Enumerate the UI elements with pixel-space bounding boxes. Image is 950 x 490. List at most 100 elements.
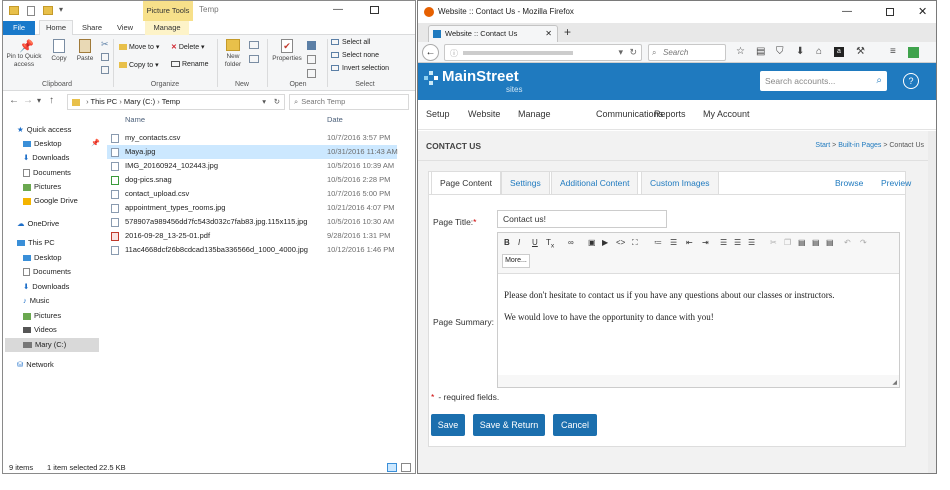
hamburger-menu-icon[interactable]: ≡ bbox=[890, 46, 896, 58]
image-icon[interactable]: ▣ bbox=[588, 237, 596, 249]
cut-icon[interactable]: ✂ bbox=[770, 237, 777, 249]
save-button[interactable]: Save bbox=[431, 414, 465, 436]
preview-link[interactable]: Preview bbox=[881, 178, 911, 188]
history-icon[interactable] bbox=[307, 69, 316, 78]
file-row[interactable]: 578907a989456dd7fc543d032c7fab83.jpg.115… bbox=[107, 215, 397, 229]
align-left-icon[interactable]: ☰ bbox=[720, 237, 727, 249]
numbered-list-icon[interactable]: ≔ bbox=[654, 237, 662, 249]
recent-locations-icon[interactable]: ▾ bbox=[37, 96, 41, 105]
minimize-button[interactable]: — bbox=[842, 1, 852, 23]
paste-button[interactable]: Paste bbox=[73, 39, 97, 63]
maximize-button[interactable] bbox=[370, 6, 379, 14]
up-icon[interactable]: ↑ bbox=[49, 95, 54, 106]
menu-my-account[interactable]: My Account bbox=[703, 109, 750, 119]
file-row[interactable]: dog-pics.snag 10/5/2016 2:28 PM bbox=[107, 173, 397, 187]
copy-to-button[interactable]: Copy to ▾ bbox=[119, 61, 159, 69]
url-bar[interactable]: ⓘ ▾ ↻ bbox=[444, 44, 642, 61]
copy-button[interactable]: Copy bbox=[47, 39, 71, 63]
paste-icon[interactable]: ▤ bbox=[798, 237, 806, 249]
quick-access-dropdown-icon[interactable]: ▾ bbox=[59, 5, 63, 14]
delete-button[interactable]: ✕ Delete ▾ bbox=[171, 43, 205, 51]
edit-icon[interactable] bbox=[307, 55, 316, 64]
fullscreen-icon[interactable]: ⛶ bbox=[632, 237, 638, 249]
explorer-search-input[interactable]: ⌕ Search Temp bbox=[289, 94, 409, 110]
nav-this-pc[interactable]: This PC bbox=[17, 236, 55, 250]
rename-button[interactable]: Rename bbox=[171, 61, 208, 68]
browse-link[interactable]: Browse bbox=[835, 178, 863, 188]
redo-icon[interactable]: ↷ bbox=[860, 237, 867, 249]
minimize-button[interactable]: — bbox=[333, 4, 343, 15]
close-button[interactable]: ✕ bbox=[918, 1, 927, 23]
details-view-icon[interactable] bbox=[387, 463, 397, 472]
breadcrumb-built-in-pages[interactable]: Built-in Pages bbox=[838, 142, 881, 149]
nav-pc-desktop[interactable]: Desktop bbox=[23, 251, 62, 265]
nav-downloads[interactable]: ⬇ Downloads bbox=[23, 151, 69, 165]
align-right-icon[interactable]: ☰ bbox=[748, 237, 755, 249]
file-row[interactable]: my_contacts.csv 10/7/2016 3:57 PM bbox=[107, 131, 397, 145]
new-folder-quick-icon[interactable] bbox=[43, 6, 53, 15]
resize-handle-icon[interactable]: ◢ bbox=[892, 379, 897, 386]
paste-word-icon[interactable]: ▤ bbox=[826, 237, 834, 249]
file-row[interactable]: 11ac4668dcf26b8cdcad135ba336566d_1000_40… bbox=[107, 243, 397, 257]
file-row[interactable]: contact_upload.csv 10/7/2016 5:00 PM bbox=[107, 187, 397, 201]
large-icons-view-icon[interactable] bbox=[401, 463, 411, 472]
account-search-input[interactable]: Search accounts... ⌕ bbox=[760, 71, 887, 91]
copy-path-icon[interactable] bbox=[101, 53, 109, 61]
site-logo-text[interactable]: MainStreet bbox=[442, 68, 519, 85]
tab-file[interactable]: File bbox=[3, 21, 35, 35]
extension-icon[interactable] bbox=[908, 47, 919, 58]
video-icon[interactable]: ▶ bbox=[602, 237, 608, 249]
italic-icon[interactable]: I bbox=[518, 237, 520, 249]
column-header-date[interactable]: Date bbox=[327, 113, 343, 127]
nav-network[interactable]: ⛁ Network bbox=[17, 358, 54, 372]
nav-drive-c[interactable]: Mary (C:) bbox=[5, 338, 99, 352]
amazon-extension-icon[interactable]: a bbox=[834, 47, 844, 57]
editor-body[interactable]: Please don't hesitate to contact us if y… bbox=[498, 274, 899, 375]
tab-view[interactable]: View bbox=[111, 21, 139, 35]
outdent-icon[interactable]: ⇤ bbox=[686, 237, 693, 249]
site-info-icon[interactable]: ⓘ bbox=[450, 48, 458, 59]
nav-quick-access[interactable]: ★ Quick access bbox=[17, 123, 71, 137]
page-scrollbar[interactable] bbox=[928, 131, 936, 473]
bulleted-list-icon[interactable]: ☰ bbox=[670, 237, 677, 249]
properties-button[interactable]: ✔ Properties bbox=[269, 39, 305, 63]
chevron-down-icon[interactable]: ▾ bbox=[262, 95, 266, 109]
browser-search-input[interactable]: ⌕ Search bbox=[648, 44, 726, 61]
tab-additional-content[interactable]: Additional Content bbox=[551, 171, 639, 195]
new-tab-icon[interactable]: + bbox=[564, 25, 571, 39]
breadcrumb-temp[interactable]: Temp bbox=[162, 97, 180, 106]
file-row[interactable]: appointment_types_rooms.jpg 10/21/2016 4:… bbox=[107, 201, 397, 215]
close-tab-icon[interactable]: ✕ bbox=[545, 26, 552, 42]
nav-music[interactable]: ♪ Music bbox=[23, 294, 49, 308]
menu-reports[interactable]: Reports bbox=[654, 109, 686, 119]
nav-pictures[interactable]: Pictures bbox=[23, 180, 61, 194]
breadcrumb-this-pc[interactable]: This PC bbox=[91, 97, 118, 106]
column-header-name[interactable]: Name bbox=[125, 113, 145, 127]
select-none-button[interactable]: Select none bbox=[331, 52, 379, 59]
downloads-icon[interactable]: ⬇ bbox=[796, 46, 804, 58]
nav-google-drive[interactable]: Google Drive bbox=[23, 194, 78, 208]
invert-selection-button[interactable]: Invert selection bbox=[331, 65, 389, 72]
nav-pc-downloads[interactable]: ⬇ Downloads bbox=[23, 280, 69, 294]
tools-icon[interactable]: ⚒ bbox=[856, 46, 865, 58]
maximize-button[interactable] bbox=[886, 8, 894, 16]
menu-setup[interactable]: Setup bbox=[426, 109, 450, 119]
reading-list-icon[interactable]: ▤ bbox=[756, 46, 765, 58]
help-icon[interactable]: ? bbox=[903, 73, 919, 89]
menu-manage[interactable]: Manage bbox=[518, 109, 551, 119]
tab-share[interactable]: Share bbox=[77, 21, 107, 35]
link-icon[interactable]: ∞ bbox=[568, 237, 574, 249]
back-icon[interactable]: ← bbox=[422, 44, 439, 61]
open-icon[interactable] bbox=[307, 41, 316, 50]
browser-tab-active[interactable]: Website :: Contact Us ✕ bbox=[428, 25, 558, 42]
paste-text-icon[interactable]: ▤ bbox=[812, 237, 820, 249]
underline-icon[interactable]: U bbox=[532, 237, 538, 249]
url-dropdown-icon[interactable]: ▾ bbox=[618, 47, 623, 58]
tab-manage[interactable]: Manage bbox=[145, 21, 189, 35]
nav-desktop[interactable]: Desktop bbox=[23, 137, 62, 151]
cancel-button[interactable]: Cancel bbox=[553, 414, 597, 436]
breadcrumb-start[interactable]: Start bbox=[815, 142, 830, 149]
paste-shortcut-icon[interactable] bbox=[101, 66, 109, 74]
bold-icon[interactable]: B bbox=[504, 237, 510, 249]
home-icon[interactable]: ⌂ bbox=[816, 46, 822, 58]
